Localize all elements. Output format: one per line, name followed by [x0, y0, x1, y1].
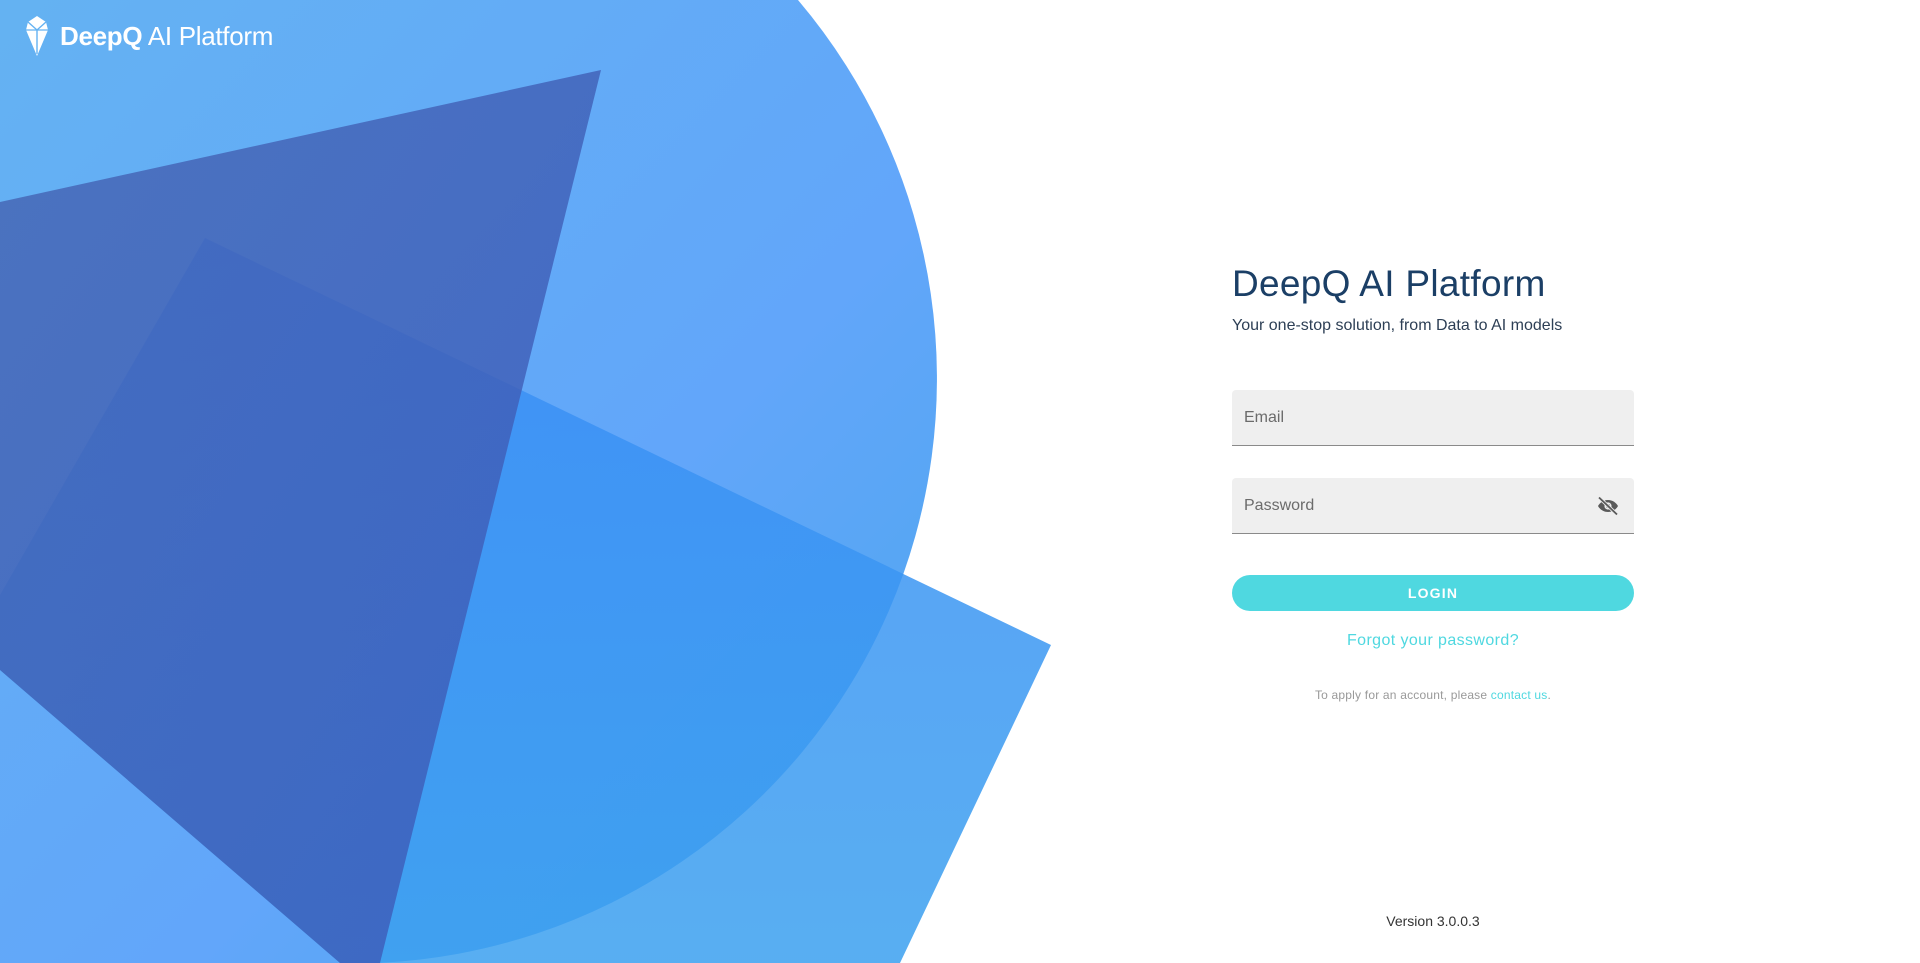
password-field — [1232, 478, 1634, 534]
brand-name: DeepQ AI Platform — [60, 16, 273, 56]
login-page: DeepQ AI Platform DeepQ AI Platform Your… — [0, 0, 1920, 963]
version-label: Version 3.0.0.3 — [1386, 913, 1480, 929]
email-input[interactable] — [1232, 390, 1634, 445]
deepq-gem-logo-icon — [26, 16, 48, 56]
forgot-password-link[interactable]: Forgot your password? — [1232, 631, 1634, 651]
brand-name-bold: DeepQ — [60, 21, 143, 51]
brand-logo: DeepQ AI Platform — [24, 16, 273, 56]
email-field — [1232, 390, 1634, 446]
password-input[interactable] — [1232, 478, 1634, 533]
page-subtitle: Your one-stop solution, from Data to AI … — [1232, 317, 1563, 334]
contact-us-link[interactable]: contact us — [1491, 688, 1548, 702]
apply-account-note: To apply for an account, please contact … — [1232, 687, 1634, 703]
apply-suffix: . — [1547, 688, 1552, 702]
eye-off-icon[interactable] — [1596, 494, 1620, 518]
page-title: DeepQ AI Platform — [1232, 263, 1546, 304]
login-panel: DeepQ AI Platform Your one-stop solution… — [1232, 258, 1634, 703]
apply-text: To apply for an account, please — [1314, 688, 1491, 702]
login-button[interactable]: LOGIN — [1232, 575, 1634, 611]
brand-name-light: AI Platform — [147, 21, 274, 51]
